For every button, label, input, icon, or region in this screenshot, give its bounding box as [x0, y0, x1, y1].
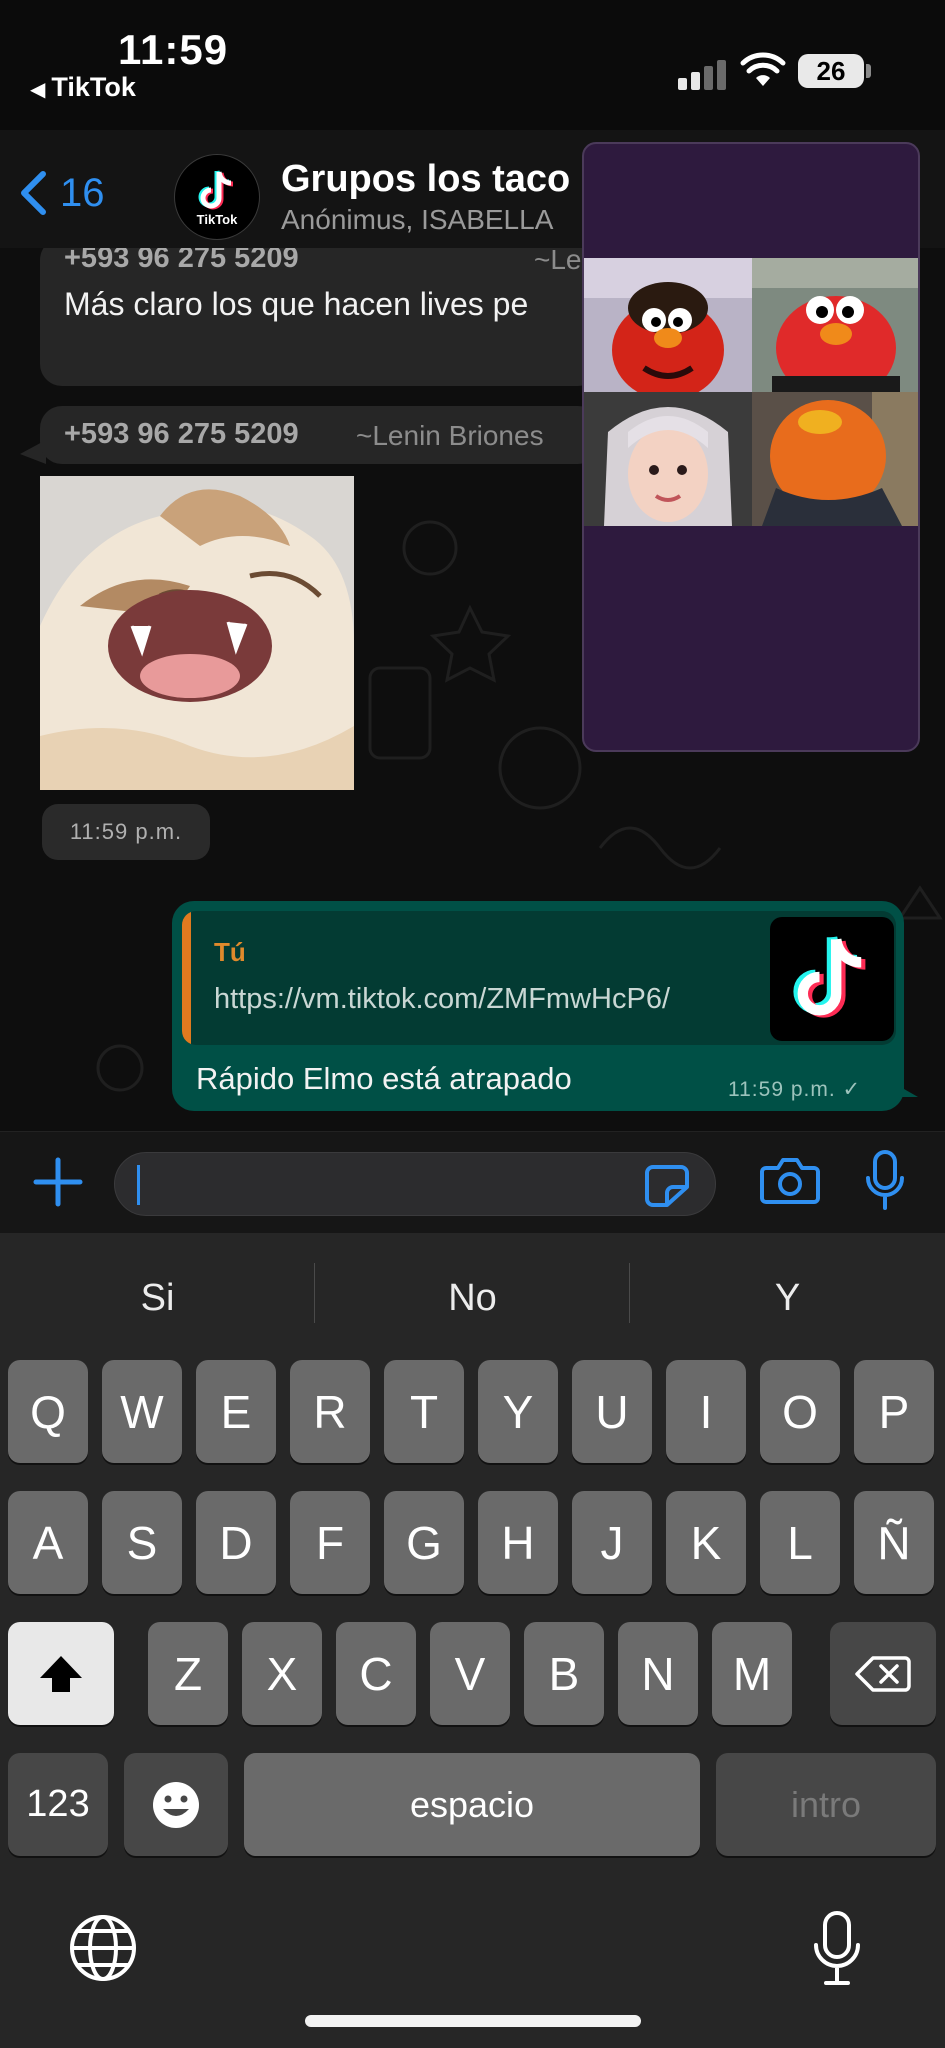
shift-key[interactable]	[8, 1622, 114, 1725]
wifi-icon	[740, 52, 786, 86]
message-sender-header[interactable]: +593 96 275 5209 ~Lenin Briones	[40, 406, 600, 464]
key-g[interactable]: G	[384, 1491, 464, 1594]
quote-accent-bar	[182, 911, 191, 1045]
suggestion-item[interactable]: Si	[0, 1277, 315, 1320]
backspace-icon	[855, 1655, 911, 1692]
floating-video-overlay[interactable]	[582, 142, 920, 752]
key-t[interactable]: T	[384, 1360, 464, 1463]
cellular-signal-icon	[678, 58, 730, 90]
shift-icon	[40, 1655, 82, 1692]
chat-title[interactable]: Grupos los taco	[281, 158, 570, 201]
back-to-app-link[interactable]: ◀ TikTok	[30, 72, 136, 103]
person-image	[584, 392, 752, 526]
key-n[interactable]: N	[618, 1622, 698, 1725]
plus-icon[interactable]	[30, 1152, 86, 1212]
battery-nub	[866, 64, 871, 78]
numbers-key[interactable]: 123	[8, 1753, 108, 1856]
cat-sticker[interactable]	[40, 476, 354, 790]
keyboard: Si No Y Q W E R T Y U I O P A S D F G H …	[0, 1233, 945, 2048]
globe-icon[interactable]	[68, 1913, 138, 1983]
key-enie[interactable]: Ñ	[854, 1491, 934, 1594]
message-text: Más claro los que hacen lives pe	[64, 286, 529, 322]
back-button[interactable]: 16	[18, 170, 105, 216]
elmo-image	[752, 258, 918, 392]
sticker-icon[interactable]	[643, 1163, 691, 1209]
suggestion-item[interactable]: Y	[630, 1277, 945, 1320]
key-b[interactable]: B	[524, 1622, 604, 1725]
key-u[interactable]: U	[572, 1360, 652, 1463]
key-r[interactable]: R	[290, 1360, 370, 1463]
video-tile	[584, 258, 752, 392]
delete-key[interactable]	[830, 1622, 936, 1725]
key-z[interactable]: Z	[148, 1622, 228, 1725]
tiktok-thumbnail	[770, 917, 894, 1041]
key-y[interactable]: Y	[478, 1360, 558, 1463]
microphone-icon[interactable]	[864, 1148, 906, 1214]
tiktok-logo-icon	[793, 936, 866, 1018]
key-i[interactable]: I	[666, 1360, 746, 1463]
key-x[interactable]: X	[242, 1622, 322, 1725]
camera-icon[interactable]	[760, 1156, 820, 1204]
suggestion-item[interactable]: No	[315, 1277, 630, 1320]
key-f[interactable]: F	[290, 1491, 370, 1594]
battery-indicator: 26	[798, 54, 864, 88]
key-d[interactable]: D	[196, 1491, 276, 1594]
message-input-bar	[0, 1131, 945, 1233]
back-triangle-icon: ◀	[30, 79, 46, 101]
key-e[interactable]: E	[196, 1360, 276, 1463]
key-k[interactable]: K	[666, 1491, 746, 1594]
key-c[interactable]: C	[336, 1622, 416, 1725]
orange-puppet-image	[752, 392, 918, 526]
return-key[interactable]: intro	[716, 1753, 936, 1856]
key-j[interactable]: J	[572, 1491, 652, 1594]
message-timestamp: 11:59 p.m. ✓	[728, 1078, 862, 1101]
message-sender-phone[interactable]: +593 96 275 5209	[64, 418, 299, 451]
quote-author: Tú	[214, 937, 246, 967]
chat-subtitle: Anónimus, ISABELLA	[281, 204, 554, 235]
avatar-label: TikTok	[196, 211, 238, 227]
message-input[interactable]	[114, 1152, 716, 1216]
message-timestamp: 11:59 p.m.	[42, 804, 210, 860]
unread-count: 16	[60, 170, 105, 215]
elmo-image	[584, 258, 752, 392]
text-caret	[137, 1165, 140, 1205]
key-q[interactable]: Q	[8, 1360, 88, 1463]
video-tile	[752, 392, 918, 526]
video-tile	[584, 392, 752, 526]
laughing-cat-image	[40, 476, 354, 790]
back-app-label: TikTok	[51, 72, 136, 102]
message-bubble[interactable]: +593 96 275 5209 ~Le Más claro los que h…	[40, 248, 600, 386]
quote-link[interactable]: https://vm.tiktok.com/ZMFmwHcP6/	[214, 983, 670, 1016]
status-bar: 11:59 ◀ TikTok 26	[0, 0, 945, 130]
chevron-left-icon	[21, 171, 46, 215]
key-o[interactable]: O	[760, 1360, 840, 1463]
key-m[interactable]: M	[712, 1622, 792, 1725]
message-text: Rápido Elmo está atrapado	[196, 1061, 572, 1096]
message-sender-name: ~Le	[534, 248, 582, 275]
tiktok-logo-icon	[198, 169, 234, 209]
emoji-icon	[153, 1781, 199, 1828]
space-key[interactable]: espacio	[244, 1753, 700, 1856]
quoted-message[interactable]: Tú https://vm.tiktok.com/ZMFmwHcP6/	[182, 911, 896, 1045]
key-h[interactable]: H	[478, 1491, 558, 1594]
message-sender-phone[interactable]: +593 96 275 5209	[64, 248, 299, 275]
message-sender-name: ~Lenin Briones	[356, 420, 544, 451]
dictation-icon[interactable]	[812, 1909, 862, 1987]
emoji-key[interactable]	[124, 1753, 228, 1856]
key-l[interactable]: L	[760, 1491, 840, 1594]
key-v[interactable]: V	[430, 1622, 510, 1725]
key-s[interactable]: S	[102, 1491, 182, 1594]
video-tile	[752, 258, 918, 392]
home-indicator[interactable]	[305, 2015, 641, 2027]
group-avatar[interactable]: TikTok	[174, 154, 260, 240]
key-w[interactable]: W	[102, 1360, 182, 1463]
outgoing-message-bubble[interactable]: Tú https://vm.tiktok.com/ZMFmwHcP6/ Rápi…	[172, 901, 904, 1111]
status-time: 11:59	[118, 26, 229, 73]
key-a[interactable]: A	[8, 1491, 88, 1594]
key-p[interactable]: P	[854, 1360, 934, 1463]
